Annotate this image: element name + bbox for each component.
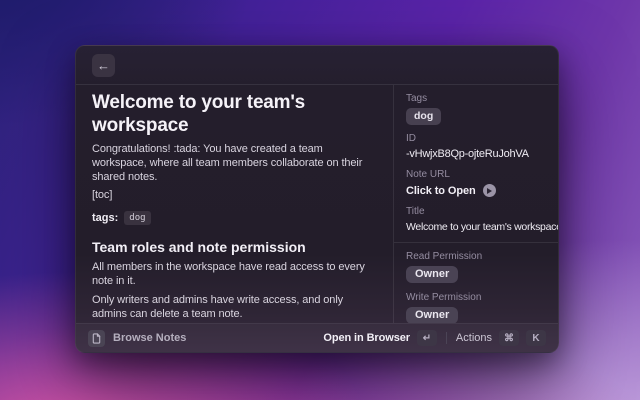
actions-menu-button[interactable]: Actions	[456, 332, 492, 344]
note-document-icon	[88, 330, 105, 347]
note-subheading: Team roles and note permission	[92, 238, 379, 256]
note-toc: [toc]	[92, 188, 379, 202]
content-area: Welcome to your team's workspace Congrat…	[76, 85, 558, 323]
note-url-open-label: Click to Open	[406, 185, 476, 197]
write-permission-label: Write Permission	[406, 292, 546, 304]
k-key-icon: K	[526, 330, 546, 346]
note-preview[interactable]: Welcome to your team's workspace Congrat…	[76, 85, 393, 323]
back-arrow-icon: ←	[97, 58, 110, 73]
meta-title-label: Title	[406, 206, 546, 218]
meta-tag-badge: dog	[406, 108, 441, 125]
command-key-icon: ⌘	[499, 330, 519, 346]
read-permission-badge: Owner	[406, 266, 458, 283]
window-header: ←	[76, 46, 558, 84]
note-paragraph: All members in the workspace have read a…	[92, 260, 379, 288]
command-name-label: Browse Notes	[113, 332, 186, 344]
note-paragraph: Congratulations! :tada: You have created…	[92, 142, 379, 184]
back-button[interactable]: ←	[92, 54, 115, 77]
note-tags-label: tags:	[92, 212, 118, 224]
footer-separator	[446, 332, 447, 344]
note-title: Welcome to your team's workspace	[92, 91, 379, 137]
return-key-icon: ↵	[417, 330, 437, 346]
note-url-open-link[interactable]: Click to Open	[406, 183, 546, 198]
note-tag-code: dog	[124, 211, 150, 225]
raycast-window: ← Welcome to your team's workspace Congr…	[75, 45, 559, 353]
meta-id-label: ID	[406, 133, 546, 145]
note-tags-row: tags: dog	[92, 210, 379, 226]
read-permission-label: Read Permission	[406, 251, 546, 263]
desktop-background: ← Welcome to your team's workspace Congr…	[0, 0, 640, 400]
open-link-icon	[483, 184, 496, 197]
footer-bar: Browse Notes Open in Browser ↵ Actions ⌘…	[76, 324, 558, 352]
metadata-divider	[394, 242, 558, 243]
meta-id-value: -vHwjxB8Qp-ojteRuJohVA	[406, 147, 546, 161]
metadata-panel: Tags dog ID -vHwjxB8Qp-ojteRuJohVA Note …	[394, 85, 558, 323]
footer-actions: Open in Browser ↵ Actions ⌘ K	[323, 330, 546, 346]
open-in-browser-button[interactable]: Open in Browser	[323, 332, 410, 344]
meta-title-value: Welcome to your team's workspace	[406, 220, 546, 234]
write-permission-badge: Owner	[406, 307, 458, 323]
note-paragraph: Only writers and admins have write acces…	[92, 293, 379, 321]
meta-note-url-label: Note URL	[406, 169, 546, 181]
meta-tags-label: Tags	[406, 93, 546, 105]
